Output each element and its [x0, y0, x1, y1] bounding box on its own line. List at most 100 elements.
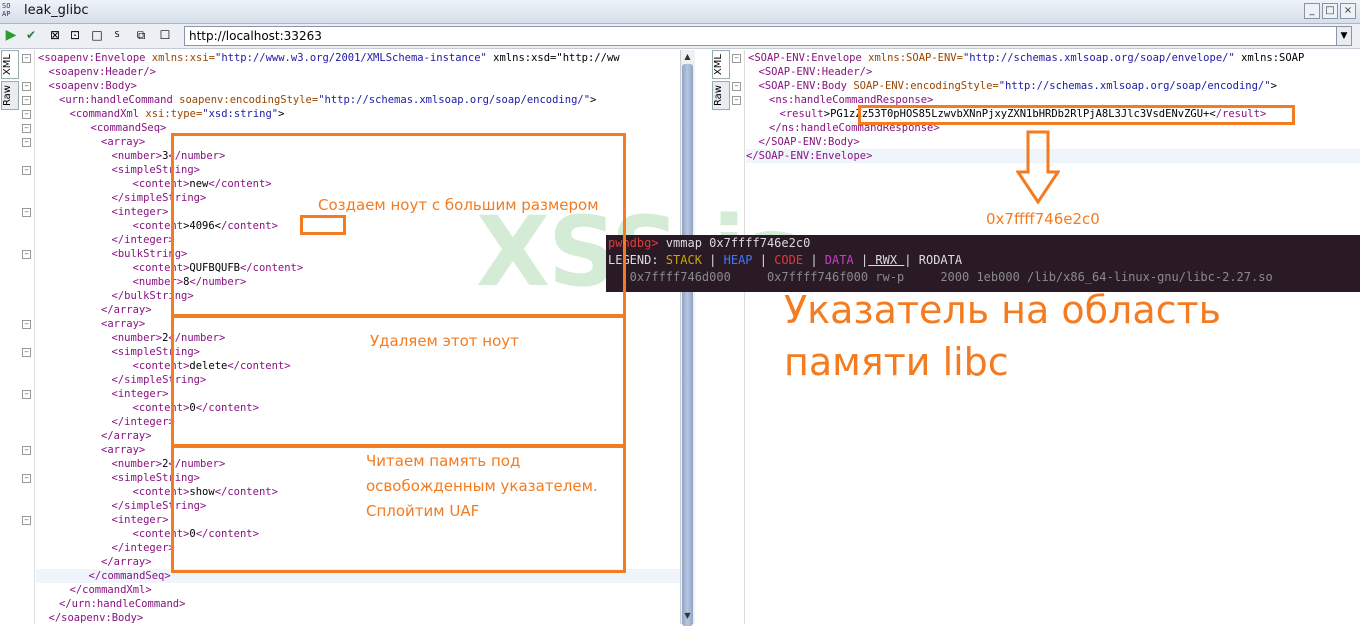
xml-tag: </SOAP-ENV:Envelope>	[746, 150, 873, 162]
xml-tag: <SOAP-ENV:Body	[758, 80, 848, 92]
response-view-tabs: XML Raw	[712, 50, 730, 112]
annotation-box-size	[300, 215, 346, 235]
request-view-tabs: XML Raw	[1, 50, 19, 112]
legend-item: CODE	[766, 253, 811, 267]
xml-line: <SOAP-ENV:Body SOAP-ENV:encodingStyle="h…	[748, 79, 1277, 93]
fold-toggle-icon[interactable]: −	[22, 138, 31, 147]
xml-line: <soapenv:Header/>	[38, 65, 156, 79]
fold-toggle-icon[interactable]: −	[22, 516, 31, 525]
stop-icon[interactable]: □	[90, 28, 104, 42]
fold-toggle-icon[interactable]: −	[22, 82, 31, 91]
legend-separator: |	[810, 253, 818, 267]
xml-line: </integer>	[38, 233, 175, 247]
xml-tag: <SOAP-ENV:Header/>	[758, 66, 873, 78]
expand-icon[interactable]: ⊡	[68, 28, 82, 42]
fold-toggle-icon[interactable]: −	[22, 390, 31, 399]
soap-icon: SO AP	[2, 2, 11, 18]
terminal-command-line: pwndbg> vmmap 0x7ffff746e2c0	[608, 236, 810, 250]
xml-attr: SOAP-ENV:encodingStyle=	[847, 80, 999, 92]
annotation-pointer: Указатель на область памяти libc	[784, 288, 1222, 384]
copy-icon[interactable]: ⧉	[134, 28, 148, 42]
xml-tag: </SOAP-ENV:Body>	[758, 136, 860, 148]
xml-rest: xmlns:xsd="http://ww	[486, 52, 620, 64]
xml-line: </soapenv:Body>	[38, 611, 144, 624]
options-icon[interactable]: ☐	[158, 28, 172, 42]
xml-line: <integer>	[38, 205, 169, 219]
annotation-create: Создаем ноут с большим размером	[318, 196, 599, 214]
fold-toggle-icon[interactable]: −	[22, 320, 31, 329]
xml-tag: <number>	[111, 150, 163, 162]
xml-attr-value: "xsd:string"	[202, 108, 279, 120]
xml-tag: </array>	[101, 430, 152, 442]
annotation-box-result	[858, 105, 1295, 125]
scroll-up-icon[interactable]: ▲	[682, 51, 693, 62]
xml-line: </integer>	[38, 541, 175, 555]
xml-tag: <array>	[101, 444, 146, 456]
chevron-down-icon[interactable]: ▼	[1336, 27, 1351, 45]
xml-tag: </integer>	[111, 542, 175, 554]
xml-line: <array>	[38, 317, 145, 331]
legend-item: HEAP	[716, 253, 760, 267]
annotation-address: 0x7ffff746e2c0	[986, 210, 1100, 228]
terminal-legend: LEGEND: STACK | HEAP | CODE | DATA | RWX…	[608, 253, 969, 267]
xml-line: <array>	[38, 135, 145, 149]
fold-toggle-icon[interactable]: −	[22, 446, 31, 455]
window-title: leak_glibc	[24, 3, 89, 18]
legend-item: RWX	[868, 253, 905, 267]
arrow-down-icon	[1016, 130, 1060, 204]
xml-line: </integer>	[38, 415, 175, 429]
minimize-button[interactable]: _	[1304, 3, 1320, 19]
fold-toggle-icon[interactable]: −	[732, 54, 741, 63]
scroll-down-icon[interactable]: ▼	[682, 610, 693, 621]
xml-rest: >	[590, 94, 597, 106]
xml-line: <commandSeq>	[38, 121, 167, 135]
fold-toggle-icon[interactable]: −	[22, 166, 31, 175]
run-icon[interactable]: ▶	[4, 28, 18, 42]
fold-toggle-icon[interactable]: −	[732, 96, 741, 105]
xml-tag: <number>	[111, 332, 163, 344]
tab-xml-response[interactable]: XML	[712, 50, 730, 80]
xml-tag: </commandSeq>	[88, 570, 171, 582]
xml-tag: <number>	[111, 458, 163, 470]
xml-tag: </array>	[101, 556, 152, 568]
legend-separator: |	[759, 253, 767, 267]
scroll-thumb[interactable]	[682, 64, 693, 626]
close-button[interactable]: ×	[1340, 3, 1356, 19]
title-bar: SO AP leak_glibc _ □ ×	[0, 0, 1360, 24]
legend-item: STACK	[658, 253, 710, 267]
tab-raw-response[interactable]: Raw	[712, 81, 730, 111]
fold-toggle-icon[interactable]: −	[22, 208, 31, 217]
fold-toggle-icon[interactable]: −	[22, 348, 31, 357]
xml-tag: <array>	[101, 318, 146, 330]
soap-small-icon[interactable]: S	[110, 28, 124, 42]
annotation-read: Читаем память под освобожденным указател…	[366, 452, 598, 520]
xml-tag: <commandXml	[69, 108, 140, 120]
xml-line: <commandXml xsi:type="xsd:string">	[38, 107, 285, 121]
xml-tag: <SOAP-ENV:Envelope	[748, 52, 862, 64]
fold-toggle-icon[interactable]: −	[22, 96, 31, 105]
xml-tag: </soapenv:Body>	[48, 612, 144, 624]
fold-toggle-icon[interactable]: −	[22, 474, 31, 483]
validate-icon[interactable]: ✔	[24, 28, 38, 42]
xml-rest: xmlns:SOAP	[1234, 52, 1305, 64]
tab-xml-request[interactable]: XML	[1, 50, 19, 80]
fold-toggle-icon[interactable]: −	[22, 110, 31, 119]
fold-toggle-icon[interactable]: −	[22, 54, 31, 63]
request-scrollbar[interactable]: ▲ ▼	[680, 50, 695, 626]
xml-line: <integer>	[38, 387, 169, 401]
xml-tag: <integer>	[111, 514, 169, 526]
xml-attr-value: "http://schemas.xmlsoap.org/soap/encodin…	[318, 94, 591, 106]
xml-attr: xmlns:SOAP-ENV=	[861, 52, 963, 64]
maximize-button[interactable]: □	[1322, 3, 1338, 19]
fold-toggle-icon[interactable]: −	[732, 82, 741, 91]
fold-toggle-icon[interactable]: −	[22, 250, 31, 259]
xml-line: </array>	[38, 429, 152, 443]
tab-raw-request[interactable]: Raw	[1, 81, 19, 111]
xml-tag: </urn:handleCommand>	[59, 598, 186, 610]
fold-toggle-icon[interactable]: −	[22, 124, 31, 133]
xml-tag: <result	[779, 108, 824, 120]
endpoint-url-field[interactable]: http://localhost:33263 ▼	[184, 26, 1352, 46]
legend-item: RODATA	[911, 253, 970, 267]
format-icon[interactable]: ⊠	[48, 28, 62, 42]
xml-line: <array>	[38, 443, 145, 457]
